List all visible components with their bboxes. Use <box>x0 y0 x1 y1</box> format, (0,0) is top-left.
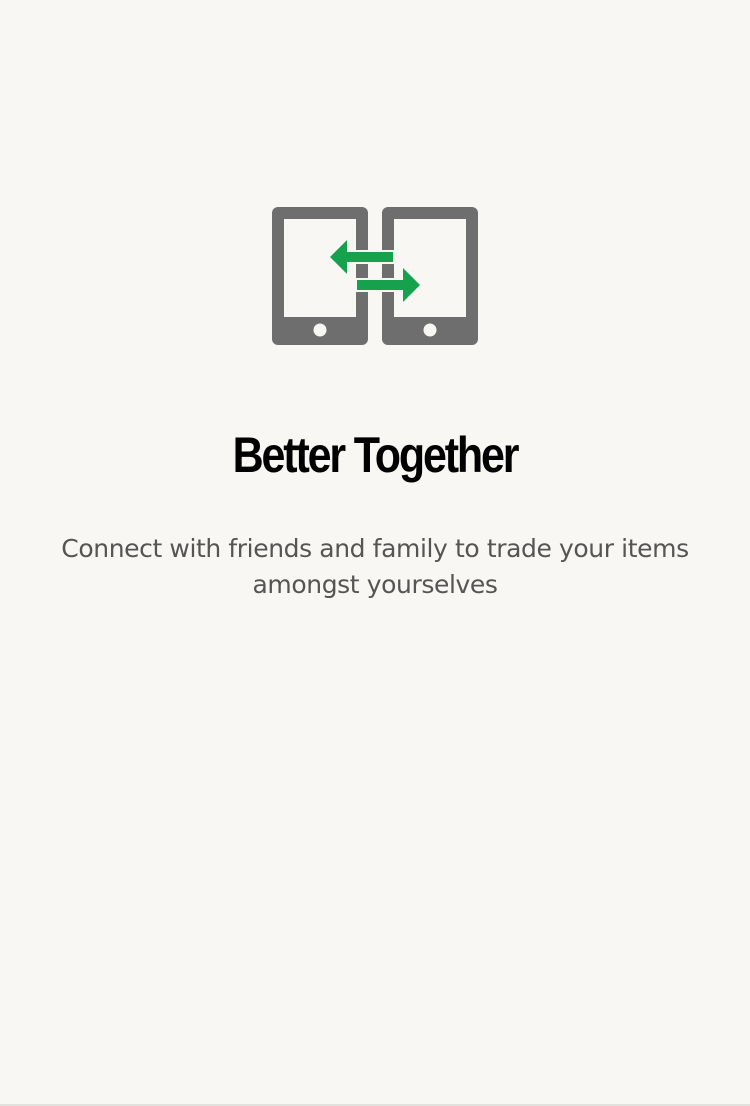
page-title: Better Together <box>232 427 520 483</box>
left-tablet-icon <box>272 207 368 345</box>
onboarding-screen: Better Together Connect with friends and… <box>0 0 750 1106</box>
phones-exchange-icon <box>272 207 478 345</box>
page-subtitle: Connect with friends and family to trade… <box>61 534 689 599</box>
right-tablet-icon <box>382 207 478 345</box>
